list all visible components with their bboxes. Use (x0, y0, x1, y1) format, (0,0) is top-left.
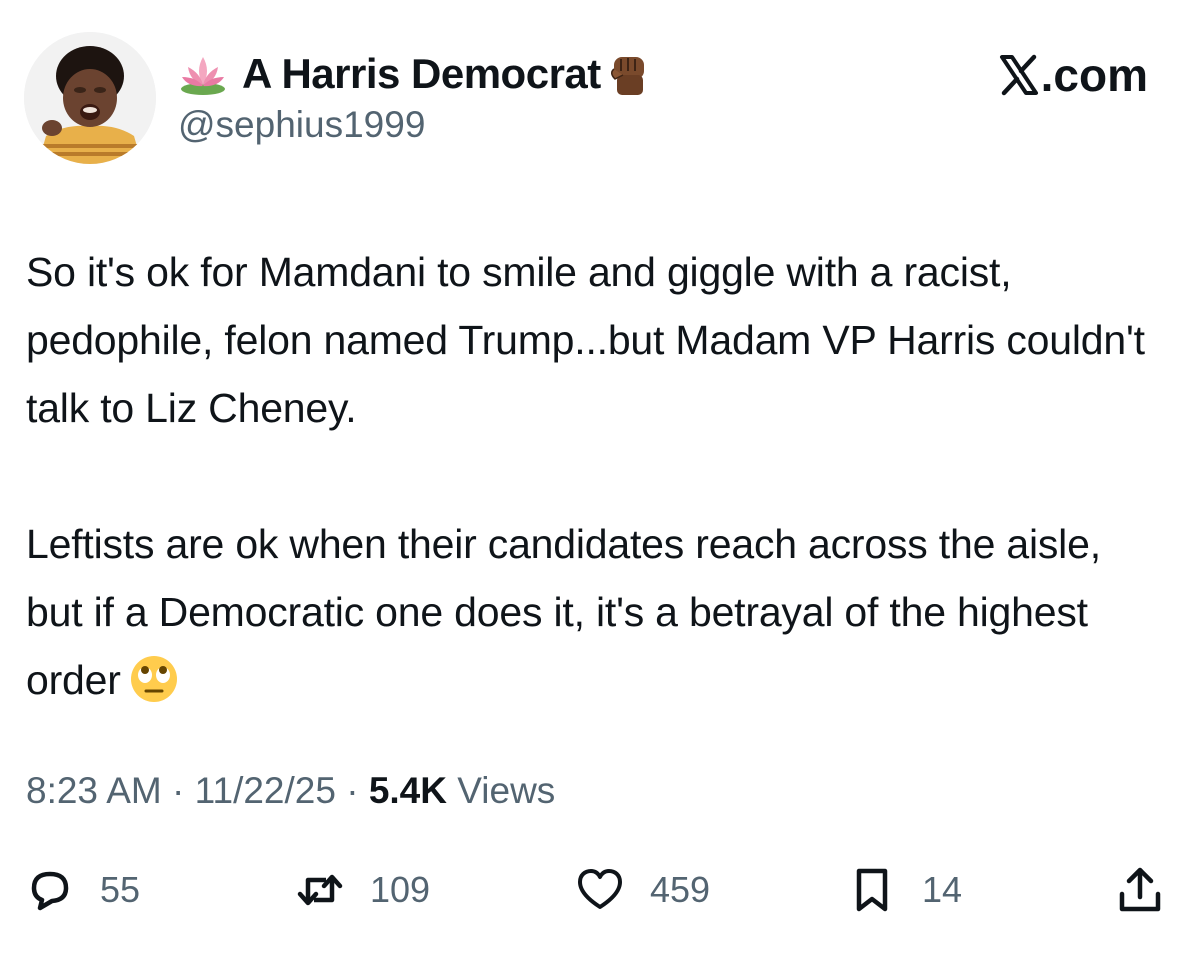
like-count: 459 (650, 869, 711, 910)
share-icon (1116, 866, 1164, 914)
tweet-text: So it's ok for Mamdani to smile and gigg… (26, 238, 1166, 714)
avatar-image (24, 32, 156, 164)
lotus-icon (178, 49, 228, 99)
meta-separator: · (346, 770, 359, 811)
share-button[interactable] (1116, 860, 1164, 920)
views-label: Views (457, 770, 556, 811)
raised-fist-icon (603, 49, 653, 99)
repost-count: 109 (370, 869, 431, 910)
bookmark-count: 14 (922, 869, 963, 910)
bookmark-button[interactable]: 14 (848, 860, 962, 920)
reply-button[interactable]: 55 (26, 860, 140, 920)
action-bar: 55 109 459 14 (22, 860, 1172, 920)
tweet-paragraph-2-text: Leftists are ok when their candidates re… (26, 521, 1101, 703)
bookmark-icon (848, 866, 896, 914)
reply-count: 55 (100, 869, 141, 910)
views-count: 5.4K (368, 770, 447, 811)
avatar[interactable] (24, 32, 156, 164)
meta-separator: · (172, 770, 185, 811)
author-display-name: A Harris Democrat (242, 50, 601, 97)
tweet-meta: 8:23 AM · 11/22/25 · 5.4K Views (26, 770, 555, 812)
tweet-paragraph-1: So it's ok for Mamdani to smile and gigg… (26, 249, 1145, 431)
repost-button[interactable]: 109 (296, 860, 430, 920)
tweet-paragraph-2: Leftists are ok when their candidates re… (26, 510, 1166, 714)
tweet-date[interactable]: 11/22/25 (195, 770, 336, 811)
tweet-time[interactable]: 8:23 AM (26, 770, 162, 811)
x-com-watermark: .com (999, 48, 1148, 102)
tweet-card: A Harris Democrat @sephius1999 .com So i… (0, 0, 1200, 976)
like-button[interactable]: 459 (576, 860, 710, 920)
heart-icon (576, 866, 624, 914)
repost-icon (296, 866, 344, 914)
reply-icon (26, 866, 74, 914)
brand-label: .com (1040, 49, 1148, 101)
eye-roll-emoji-icon (129, 654, 179, 704)
author-name-row[interactable]: A Harris Democrat (178, 46, 653, 102)
author-handle[interactable]: @sephius1999 (178, 104, 425, 146)
x-logo-icon (999, 54, 1039, 96)
